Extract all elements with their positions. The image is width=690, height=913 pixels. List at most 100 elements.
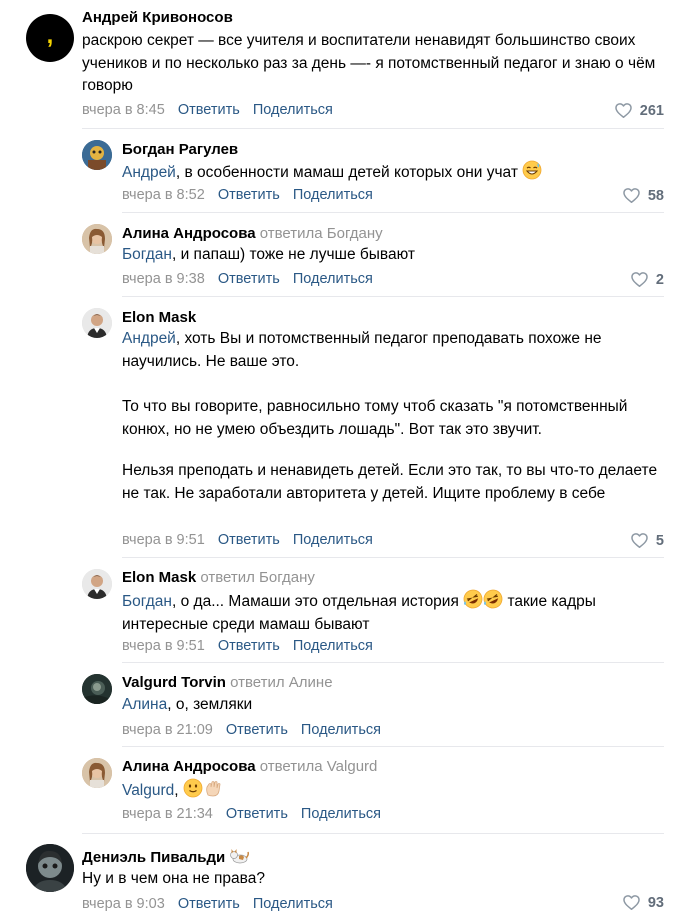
reply-to-label: ответил Богдану [200,569,315,586]
avatar-image [82,674,112,704]
reply-button[interactable]: Ответить [218,532,280,548]
reply-button[interactable]: Ответить [218,187,280,203]
reply-button[interactable]: Ответить [226,806,288,822]
like-button[interactable]: 5 [630,531,664,550]
comma-logo-icon: , [46,22,54,49]
comment-time[interactable]: вчера в 21:09 [122,722,213,738]
mention-link[interactable]: Андрей [122,164,176,181]
like-button[interactable]: 58 [622,186,664,205]
avatar-image [82,758,112,788]
comment-text: Андрей, в особенности мамаш детей которы… [122,160,662,185]
rofl-emoji [463,589,483,609]
heart-icon [614,101,633,120]
share-button[interactable]: Поделиться [293,271,373,287]
avatar-image [82,569,112,599]
comment-text-paragraph: Нельзя преподать и ненавидеть детей. Есл… [122,462,658,502]
avatar[interactable] [82,569,112,599]
comment-text-paragraph: То что вы говорите, равносильно тому что… [122,398,628,438]
share-button[interactable]: Поделиться [301,806,381,822]
reply-button[interactable]: Ответить [218,638,280,654]
like-count: 5 [655,532,664,549]
avatar[interactable] [82,308,112,338]
comment-author[interactable]: Valgurd Torvin ответил Алине [122,674,333,692]
divider [82,833,664,834]
divider [122,746,664,747]
comment-author[interactable]: Богдан Рагулев [122,141,238,159]
comment-meta: вчера в 21:34 Ответить Поделиться [122,805,390,823]
heart-icon [622,893,641,912]
divider [122,296,664,297]
reply-button[interactable]: Ответить [218,271,280,287]
comment-text: Valgurd, [122,778,662,803]
comment-meta: вчера в 21:09 Ответить Поделиться [122,721,390,739]
comment-text: Богдан, и папаш) тоже не лучше бывают [122,246,415,263]
comment-time[interactable]: вчера в 21:34 [122,806,213,822]
avatar[interactable] [82,674,112,704]
heart-icon [630,270,649,289]
comment-meta: вчера в 9:51 Ответить Поделиться [122,637,382,655]
share-button[interactable]: Поделиться [253,896,333,912]
comment-time[interactable]: вчера в 9:51 [122,532,205,548]
like-button[interactable]: 2 [630,270,664,289]
rofl-emoji [483,589,503,609]
mention-link[interactable]: Богдан [122,246,172,263]
avatar[interactable] [82,758,112,788]
comment-author[interactable]: Алина Андросова ответила Богдану [122,225,383,243]
reply-to-label: ответил Алине [230,674,333,691]
comment-meta: вчера в 9:03 Ответить Поделиться [82,895,342,913]
comment-author[interactable]: Дениэль Пивальди [82,847,250,867]
avatar[interactable] [82,224,112,254]
share-button[interactable]: Поделиться [301,722,381,738]
comment-meta: вчера в 8:45 Ответить Поделиться [82,101,342,119]
divider [122,662,664,663]
comment-time[interactable]: вчера в 9:38 [122,271,205,287]
mention-link[interactable]: Valgurd [122,782,174,799]
mention-link[interactable]: Алина [122,696,167,713]
reply-to-label: ответила Богдану [259,225,383,242]
avatar[interactable] [26,844,74,892]
divider [122,557,664,558]
comment-time[interactable]: вчера в 9:03 [82,896,165,912]
avatar-image [82,308,112,338]
heart-icon [630,531,649,550]
comment-text: Ну и в чем она не права? [82,870,265,887]
comment-time[interactable]: вчера в 9:51 [122,638,205,654]
avatar[interactable] [82,140,112,170]
comment-meta: вчера в 8:52 Ответить Поделиться [122,186,382,204]
like-count: 2 [655,271,664,288]
comment-author[interactable]: Elon Mask [122,309,196,327]
comment-author[interactable]: Elon Mask ответил Богдану [122,569,315,587]
like-count: 58 [647,187,664,204]
avatar[interactable]: , [26,14,74,62]
reply-button[interactable]: Ответить [178,102,240,118]
divider [82,128,664,129]
avatar-image [82,224,112,254]
comment-time[interactable]: вчера в 8:52 [122,187,205,203]
comment-time[interactable]: вчера в 8:45 [82,102,165,118]
share-button[interactable]: Поделиться [293,532,373,548]
mention-link[interactable]: Андрей [122,330,176,347]
comment-meta: вчера в 9:51 Ответить Поделиться [122,531,382,549]
reply-to-label: ответила Valgurd [259,758,378,775]
share-button[interactable]: Поделиться [293,187,373,203]
like-count: 261 [639,102,664,119]
comment-author[interactable]: Андрей Кривоносов [82,9,233,27]
reply-button[interactable]: Ответить [226,722,288,738]
cat-emoji [230,849,250,864]
like-count: 93 [647,894,664,911]
like-button[interactable]: 93 [622,893,664,912]
heart-icon [622,186,641,205]
reply-button[interactable]: Ответить [178,896,240,912]
like-button[interactable]: 261 [614,101,664,120]
share-button[interactable]: Поделиться [293,638,373,654]
comment-author[interactable]: Алина Андросова ответила Valgurd [122,758,377,776]
avatar-image [82,140,112,170]
smile-emoji [183,778,203,798]
grin-sweat-emoji [522,160,542,180]
share-button[interactable]: Поделиться [253,102,333,118]
comment-text: Богдан, о да... Мамаши это отдельная ист… [122,589,662,636]
divider [122,212,664,213]
comment-text: Алина, о, земляки [122,696,253,713]
mention-link[interactable]: Богдан [122,593,172,610]
wave-hand-emoji [206,781,221,797]
